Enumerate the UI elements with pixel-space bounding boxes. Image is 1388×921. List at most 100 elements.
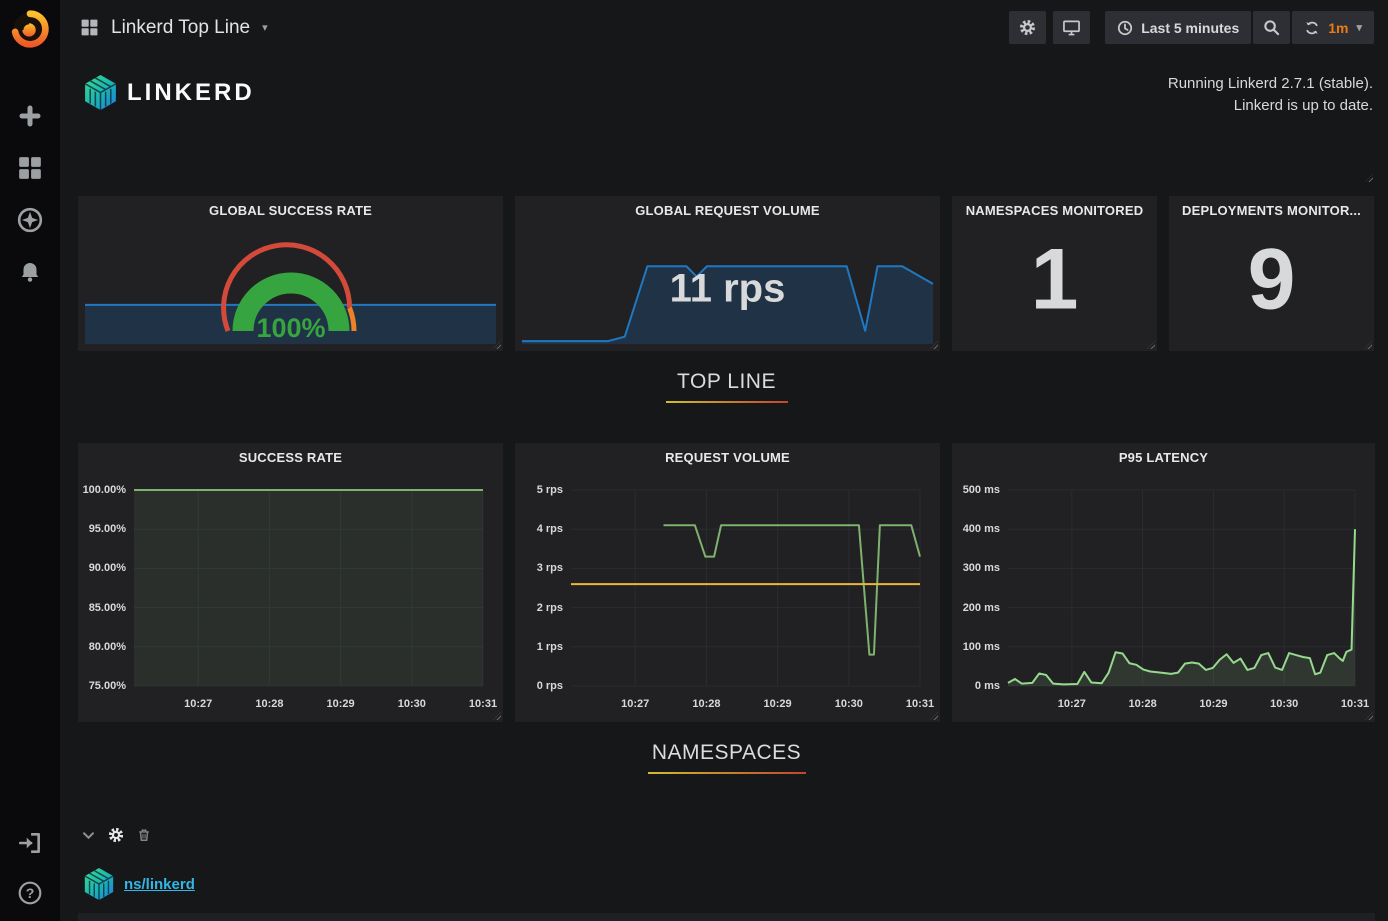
- top-navbar: Linkerd Top Line ▾: [60, 0, 1388, 55]
- dashboard-title[interactable]: Linkerd Top Line: [111, 17, 250, 39]
- grafana-app: ? Linkerd Top Line ▾: [0, 0, 1388, 921]
- panel-title[interactable]: SUCCESS RATE: [78, 450, 503, 465]
- dashboards-grid-icon[interactable]: [16, 154, 44, 182]
- y-axis: 100.00%95.00%90.00%85.00%80.00%75.00%: [78, 490, 126, 686]
- navbar-actions: Last 5 minutes: [1009, 11, 1374, 44]
- x-axis-label: 10:27: [1058, 698, 1086, 710]
- panel-global-success-rate: GLOBAL SUCCESS RATE 100%: [78, 196, 503, 351]
- y-axis-label: 85.00%: [89, 602, 126, 614]
- y-axis-label: 100 ms: [963, 641, 1000, 653]
- svg-text:100%: 100%: [256, 313, 325, 343]
- linkerd-brand: LINKERD: [82, 73, 255, 112]
- x-axis: 10:2710:2810:2910:3010:31: [134, 698, 483, 712]
- cycle-view-mode-button[interactable]: [1053, 11, 1090, 44]
- linkerd-logo-icon: [82, 866, 116, 902]
- time-range-button[interactable]: Last 5 minutes: [1105, 11, 1251, 44]
- x-axis-label: 10:27: [621, 698, 649, 710]
- linkerd-wordmark: LINKERD: [127, 79, 255, 107]
- time-range-label: Last 5 minutes: [1141, 20, 1239, 36]
- success-rate-gauge: 100%: [215, 255, 367, 343]
- p95-latency-plot[interactable]: [1008, 490, 1355, 686]
- panel-deployments-monitored: DEPLOYMENTS MONITOR... 9: [1169, 196, 1374, 351]
- namespace-link[interactable]: ns/linkerd: [124, 876, 195, 893]
- alerting-bell-icon[interactable]: [16, 258, 44, 286]
- top-stats-row: GLOBAL SUCCESS RATE 100% GLOBAL REQUEST …: [78, 196, 1375, 351]
- y-axis-label: 4 rps: [537, 523, 563, 535]
- panel-title[interactable]: P95 LATENCY: [952, 450, 1375, 465]
- success-rate-plot[interactable]: [134, 490, 483, 686]
- sign-in-icon[interactable]: [16, 829, 44, 857]
- y-axis-label: 2 rps: [537, 602, 563, 614]
- top-line-graphs-row: SUCCESS RATE 100.00%95.00%90.00%85.00%80…: [78, 443, 1375, 722]
- refresh-caret-icon: ▾: [1356, 21, 1362, 34]
- explore-compass-icon[interactable]: [16, 206, 44, 234]
- time-controls: Last 5 minutes: [1105, 11, 1374, 44]
- section-title: NAMESPACES: [78, 741, 1375, 765]
- x-axis-label: 10:31: [906, 698, 934, 710]
- y-axis-label: 200 ms: [963, 602, 1000, 614]
- collapse-chevron-icon[interactable]: [82, 831, 95, 840]
- x-axis: 10:2710:2810:2910:3010:31: [571, 698, 920, 712]
- sidebar-nav: [16, 102, 44, 286]
- x-axis-label: 10:29: [327, 698, 355, 710]
- dashboard-settings-button[interactable]: [1009, 11, 1046, 44]
- y-axis-label: 75.00%: [89, 680, 126, 692]
- section-top-line: TOP LINE: [78, 351, 1375, 443]
- x-axis-label: 10:29: [764, 698, 792, 710]
- y-axis-label: 95.00%: [89, 523, 126, 535]
- x-axis-label: 10:28: [692, 698, 720, 710]
- dashboard-title-group: Linkerd Top Line ▾: [80, 17, 268, 39]
- row-delete-trash-icon[interactable]: [137, 828, 151, 842]
- panel-title[interactable]: REQUEST VOLUME: [515, 450, 940, 465]
- y-axis-label: 90.00%: [89, 562, 126, 574]
- y-axis-label: 80.00%: [89, 641, 126, 653]
- y-axis-label: 400 ms: [963, 523, 1000, 535]
- zoom-out-button[interactable]: [1253, 11, 1290, 44]
- x-axis-label: 10:31: [469, 698, 497, 710]
- y-axis: 5 rps4 rps3 rps2 rps1 rps0 rps: [515, 490, 563, 686]
- section-title: TOP LINE: [78, 370, 1375, 394]
- help-icon[interactable]: ?: [16, 879, 44, 907]
- linkerd-logo-icon: [82, 73, 119, 112]
- y-axis: 500 ms400 ms300 ms200 ms100 ms0 ms: [952, 490, 1000, 686]
- x-axis-label: 10:30: [1270, 698, 1298, 710]
- y-axis-label: 0 ms: [975, 680, 1000, 692]
- request-volume-plot[interactable]: [571, 490, 920, 686]
- y-axis-label: 300 ms: [963, 562, 1000, 574]
- y-axis-label: 1 rps: [537, 641, 563, 653]
- y-axis-label: 3 rps: [537, 562, 563, 574]
- panel-title[interactable]: NAMESPACES MONITORED: [952, 203, 1157, 218]
- grafana-logo[interactable]: [9, 8, 51, 50]
- request-volume-value: 11 rps: [515, 267, 940, 312]
- sidebar: ?: [0, 0, 60, 921]
- refresh-button[interactable]: 1m ▾: [1292, 11, 1374, 44]
- next-panel-edge: [78, 913, 1375, 921]
- panel-title[interactable]: GLOBAL SUCCESS RATE: [78, 203, 503, 218]
- sidebar-bottom: ?: [16, 829, 44, 907]
- panel-namespaces-monitored: NAMESPACES MONITORED 1: [952, 196, 1157, 351]
- namespaces-monitored-value: 1: [952, 230, 1157, 329]
- panel-request-volume-graph: REQUEST VOLUME 5 rps4 rps3 rps2 rps1 rps…: [515, 443, 940, 722]
- panel-resize-handle[interactable]: [1365, 174, 1373, 182]
- y-axis-label: 500 ms: [963, 484, 1000, 496]
- create-plus-icon[interactable]: [16, 102, 44, 130]
- title-caret-icon[interactable]: ▾: [262, 21, 268, 34]
- dashboard-picker-grid-icon[interactable]: [80, 18, 99, 37]
- x-axis-label: 10:30: [398, 698, 426, 710]
- panel-title[interactable]: DEPLOYMENTS MONITOR...: [1169, 203, 1374, 218]
- x-axis-label: 10:27: [184, 698, 212, 710]
- row-controls: [78, 826, 1375, 844]
- panel-title[interactable]: GLOBAL REQUEST VOLUME: [515, 203, 940, 218]
- status-line-2: Linkerd is up to date.: [1168, 95, 1373, 117]
- dashboard: LINKERD Running Linkerd 2.7.1 (stable). …: [60, 55, 1388, 921]
- section-underline: [666, 401, 788, 403]
- y-axis-label: 0 rps: [537, 680, 563, 692]
- row-settings-gear-icon[interactable]: [108, 827, 124, 843]
- main-area: Linkerd Top Line ▾: [60, 0, 1388, 921]
- panel-success-rate-graph: SUCCESS RATE 100.00%95.00%90.00%85.00%80…: [78, 443, 503, 722]
- x-axis: 10:2710:2810:2910:3010:31: [1008, 698, 1355, 712]
- linkerd-header-panel: LINKERD Running Linkerd 2.7.1 (stable). …: [78, 55, 1375, 196]
- deployments-monitored-value: 9: [1169, 230, 1374, 329]
- namespace-item: ns/linkerd: [78, 866, 1375, 902]
- section-namespaces: NAMESPACES: [78, 722, 1375, 814]
